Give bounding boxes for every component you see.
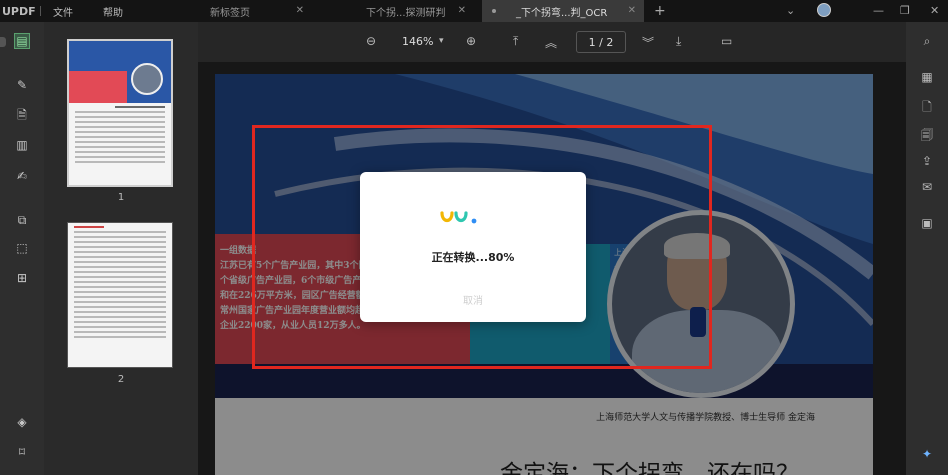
fill-sign-icon[interactable]: ✍	[14, 168, 30, 184]
first-page-icon[interactable]: ⤒	[513, 34, 518, 49]
chevron-down-icon[interactable]: ⌄	[786, 4, 795, 17]
restore-icon[interactable]: ❐	[900, 4, 910, 17]
conversion-progress-dialog: 正在转换...80% 取消	[360, 172, 586, 322]
next-page-icon[interactable]: ︾	[642, 34, 654, 51]
ai-assistant-icon[interactable]: ✦	[919, 447, 935, 461]
share-icon[interactable]: ⇪	[919, 154, 935, 168]
tab-label: 新标签页	[210, 7, 250, 19]
page-thumbnail[interactable]	[67, 222, 173, 368]
thumbnail-panel: 1 2	[44, 22, 198, 475]
email-icon[interactable]: ✉	[919, 180, 935, 194]
ocr-icon[interactable]: ⊞	[14, 270, 30, 286]
avatar[interactable]	[817, 3, 831, 17]
search-icon[interactable]: ⌕	[919, 34, 935, 49]
title-bar: UPDF 文件 帮助 新标签页 ✕ 下个拐...探测研判 ✕ _下个拐弯...判…	[0, 0, 948, 22]
panel-toggle-icon[interactable]	[0, 37, 6, 47]
updf-logo-icon	[440, 211, 477, 224]
zoom-dropdown-icon[interactable]: ▾	[439, 36, 444, 46]
app-logo: UPDF	[2, 4, 36, 18]
form-icon[interactable]: ▥	[14, 137, 30, 153]
zoom-level[interactable]: 146%	[402, 35, 433, 48]
protect-icon[interactable]: 🗐	[919, 126, 935, 147]
page-number-input[interactable]: 1 / 2	[576, 31, 626, 53]
reader-icon[interactable]: ▤	[14, 33, 30, 49]
tab-dot-icon	[492, 9, 496, 13]
close-icon[interactable]: ✕	[296, 5, 304, 16]
layers-icon[interactable]: ◈	[14, 414, 30, 430]
divider	[40, 6, 41, 16]
thumbnail-page-number: 2	[117, 374, 125, 385]
tab-document-ocr[interactable]: _下个拐弯...判_OCR ✕	[482, 0, 644, 22]
ocr-scan-icon[interactable]: ▦	[919, 70, 935, 84]
close-icon[interactable]: ✕	[628, 5, 636, 16]
left-tool-rail: ▤ ✎ 🗎 ▥ ✍ ⧉ ⬚ ⊞ ◈ ⌑	[0, 22, 44, 475]
conversion-status: 正在转换...80%	[431, 251, 515, 264]
tab-label: 下个拐...探测研判	[366, 7, 446, 19]
add-tab-icon[interactable]: +	[654, 3, 666, 19]
bookmark-icon[interactable]: ⌑	[14, 444, 30, 460]
tab-new[interactable]: 新标签页 ✕	[200, 0, 312, 22]
view-toolbar: ⊖ 146% ▾ ⊕ ⤒ ︽ 1 / 2 ︾ ⤓ ▭	[198, 22, 906, 62]
menu-file[interactable]: 文件	[53, 4, 73, 19]
previous-page-icon[interactable]: ︽	[545, 34, 557, 51]
minimize-icon[interactable]: —	[873, 4, 884, 17]
tab-label: _下个拐弯...判_OCR	[516, 7, 608, 19]
menu-help[interactable]: 帮助	[103, 4, 123, 19]
page-thumbnail[interactable]	[67, 39, 173, 187]
save-icon[interactable]: ▣	[919, 216, 935, 230]
close-icon[interactable]: ✕	[458, 5, 466, 16]
highlighter-icon[interactable]: ✎	[14, 77, 30, 93]
presentation-icon[interactable]: ▭	[721, 34, 732, 48]
organize-pages-icon[interactable]: ⧉	[14, 212, 30, 228]
convert-pdf-icon[interactable]: 🗋	[919, 98, 935, 119]
right-tool-rail: ⌕ ▦ 🗋 🗐 ⇪ ✉ ▣ ✦	[906, 22, 948, 475]
zoom-out-icon[interactable]: ⊖	[366, 34, 376, 48]
cancel-button[interactable]: 取消	[360, 292, 586, 307]
last-page-icon[interactable]: ⤓	[676, 34, 681, 49]
edit-text-icon[interactable]: 🗎	[14, 108, 30, 124]
zoom-in-icon[interactable]: ⊕	[466, 34, 476, 48]
tab-document[interactable]: 下个拐...探测研判 ✕	[356, 0, 474, 22]
close-window-icon[interactable]: ✕	[930, 4, 939, 17]
thumbnail-page-number: 1	[117, 192, 125, 203]
crop-icon[interactable]: ⬚	[14, 240, 30, 256]
